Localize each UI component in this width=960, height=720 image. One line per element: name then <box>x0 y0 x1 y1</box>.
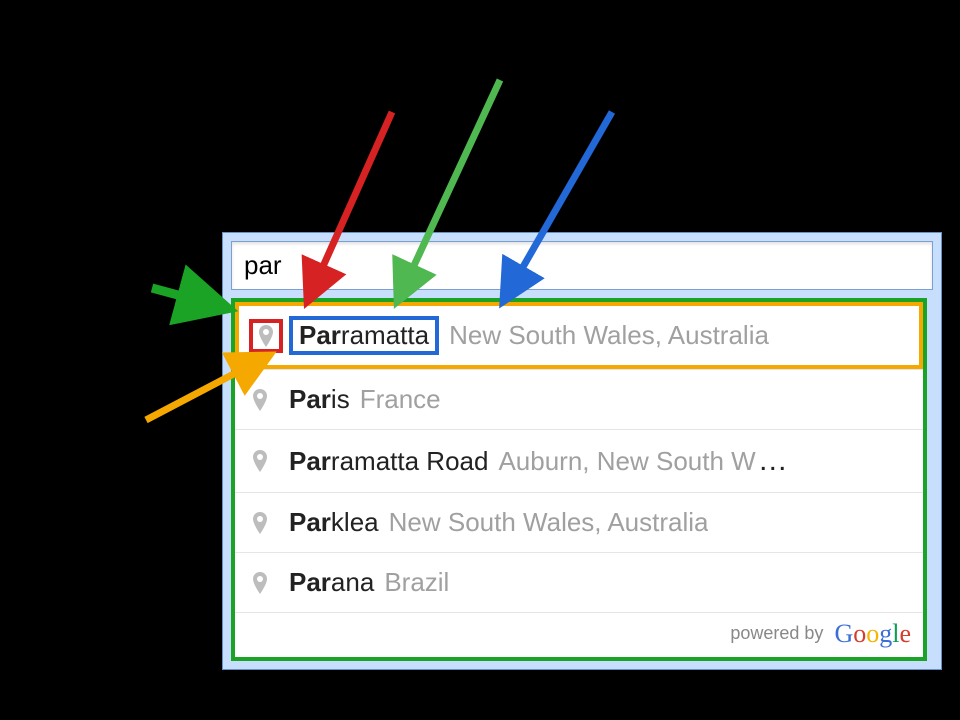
suggestion-main: Parramatta <box>289 316 439 355</box>
arrow-green <box>152 288 226 308</box>
suggestion-main: Parana <box>289 567 374 598</box>
suggestion-item-4[interactable]: Parana Brazil <box>235 552 923 612</box>
dropdown-footer: powered by Google <box>235 612 923 657</box>
suggestion-secondary: Auburn, New South W <box>498 446 755 477</box>
marker-icon <box>249 389 271 411</box>
suggestion-secondary: New South Wales, Australia <box>449 320 769 351</box>
autocomplete-panel: Parramatta New South Wales, Australia Pa… <box>222 232 942 670</box>
powered-by-label: powered by <box>730 623 823 643</box>
suggestion-secondary: Brazil <box>384 567 449 598</box>
marker-icon <box>249 572 271 594</box>
ellipsis-icon: … <box>758 444 790 478</box>
suggestion-secondary: New South Wales, Australia <box>389 507 709 538</box>
suggestion-dropdown: Parramatta New South Wales, Australia Pa… <box>231 298 927 661</box>
google-logo: Google <box>834 619 911 649</box>
marker-icon <box>249 450 271 472</box>
suggestion-item-2[interactable]: Parramatta Road Auburn, New South W… <box>235 429 923 492</box>
suggestion-main: Paris <box>289 384 350 415</box>
suggestion-item-1[interactable]: Paris France <box>235 369 923 429</box>
suggestion-main: Parramatta Road <box>289 446 488 477</box>
suggestion-item-0[interactable]: Parramatta New South Wales, Australia <box>235 302 923 369</box>
marker-icon <box>249 319 283 353</box>
suggestion-main: Parklea <box>289 507 379 538</box>
suggestion-secondary: France <box>360 384 441 415</box>
search-input[interactable] <box>244 250 920 281</box>
marker-icon <box>249 512 271 534</box>
suggestion-item-3[interactable]: Parklea New South Wales, Australia <box>235 492 923 552</box>
search-box[interactable] <box>231 241 933 290</box>
